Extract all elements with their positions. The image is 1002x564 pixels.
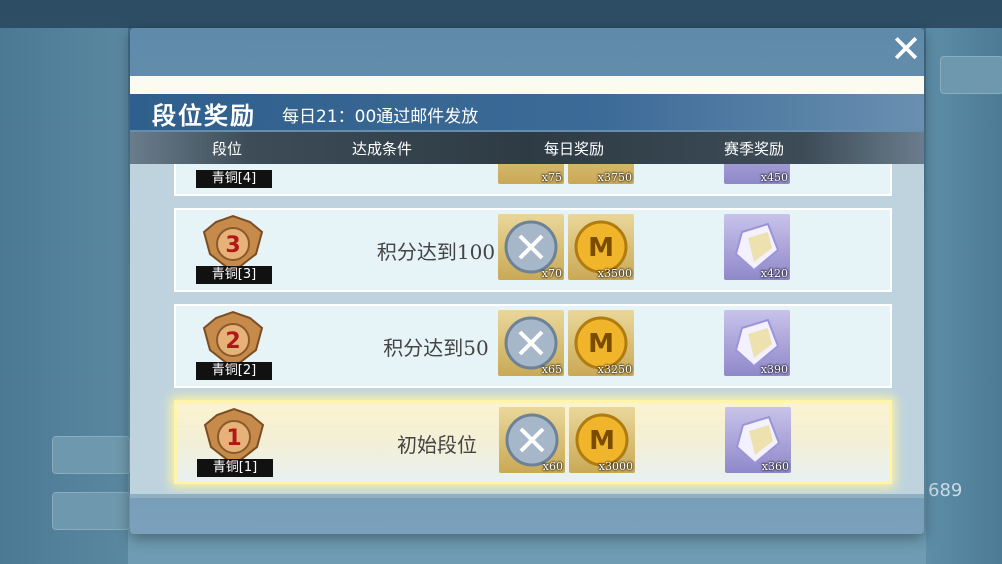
rank-row-current: 1 青铜[1] 初始段位 x60 M x3000 x360: [174, 400, 892, 484]
rank-label: 青铜[4]: [196, 170, 272, 188]
background-number: 689: [928, 480, 963, 501]
gold-m-coin-icon[interactable]: x3750: [568, 164, 634, 184]
sword-coin-icon[interactable]: x70: [498, 214, 564, 280]
crystal-icon[interactable]: x390: [724, 310, 790, 376]
svg-text:M: M: [588, 329, 614, 359]
list-bottom-edge: [130, 494, 924, 498]
modal-subtitle: 每日21：00通过邮件发放: [282, 107, 479, 127]
background-left-panel: [0, 28, 128, 564]
svg-text:M: M: [588, 233, 614, 263]
svg-text:2: 2: [225, 329, 240, 354]
title-bar: 段位奖励 每日21：00通过邮件发放: [130, 94, 924, 130]
background-button: [940, 56, 1002, 94]
gold-m-coin-icon[interactable]: M x3000: [569, 407, 635, 473]
sword-coin-icon[interactable]: x60: [499, 407, 565, 473]
modal-top-strip: [130, 76, 924, 94]
sword-coin-icon[interactable]: x65: [498, 310, 564, 376]
rank-label: 青铜[3]: [196, 266, 272, 284]
svg-text:3: 3: [225, 233, 240, 258]
crystal-icon[interactable]: x360: [725, 407, 791, 473]
column-condition: 达成条件: [352, 140, 413, 158]
background-top-bar: [0, 0, 1002, 28]
rank-label: 青铜[1]: [197, 459, 273, 477]
svg-text:1: 1: [226, 426, 241, 451]
background-button: [52, 492, 130, 530]
reward-list[interactable]: 青铜[4] x75 x3750 x450 3 青铜[3] 积分达到100 x70…: [130, 164, 924, 494]
close-button[interactable]: ✕: [888, 30, 924, 68]
rank-row: 3 青铜[3] 积分达到100 x70 M x3500 x420: [174, 208, 892, 292]
rank-row: 青铜[4] x75 x3750 x450: [174, 164, 892, 196]
rank-row: 2 青铜[2] 积分达到50 x65 M x3250 x390: [174, 304, 892, 388]
gold-m-coin-icon[interactable]: M x3500: [568, 214, 634, 280]
close-icon: ✕: [890, 27, 922, 71]
column-daily-reward: 每日奖励: [544, 140, 605, 158]
rank-label: 青铜[2]: [196, 362, 272, 380]
column-header: 段位 达成条件 每日奖励 赛季奖励: [130, 132, 924, 164]
column-rank: 段位: [212, 140, 243, 158]
sword-coin-icon[interactable]: x75: [498, 164, 564, 184]
background-button: [52, 436, 130, 474]
rank-reward-modal: ✕ 段位奖励 每日21：00通过邮件发放 段位 达成条件 每日奖励 赛季奖励 青…: [130, 28, 924, 534]
svg-text:M: M: [589, 426, 615, 456]
crystal-icon[interactable]: x420: [724, 214, 790, 280]
modal-title: 段位奖励: [152, 102, 256, 130]
gold-m-coin-icon[interactable]: M x3250: [568, 310, 634, 376]
crystal-icon[interactable]: x450: [724, 164, 790, 184]
column-season-reward: 赛季奖励: [724, 140, 785, 158]
